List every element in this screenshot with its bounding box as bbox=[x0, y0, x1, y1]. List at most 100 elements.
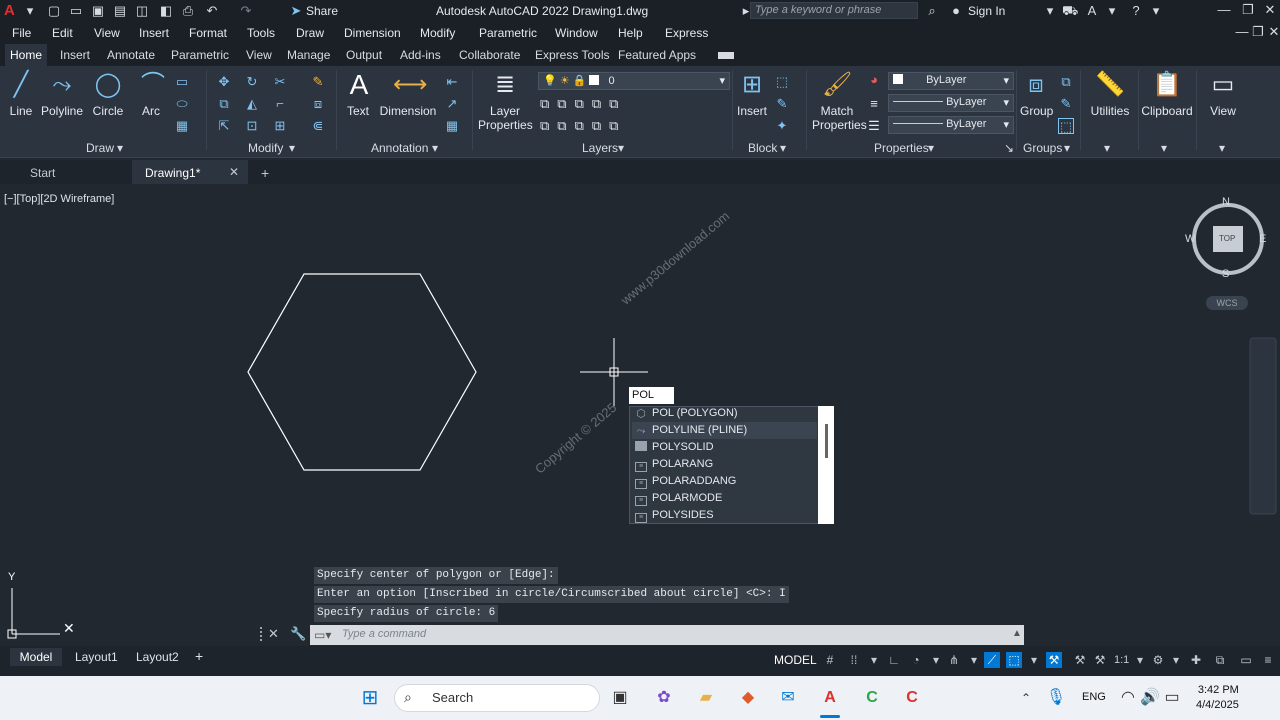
menu-help[interactable]: Help bbox=[618, 26, 643, 40]
menu-parametric[interactable]: Parametric bbox=[479, 26, 537, 40]
tab-insert[interactable]: Insert bbox=[60, 48, 90, 62]
camtasia-icon[interactable]: C bbox=[860, 686, 884, 710]
layer-tools-row-2-icon[interactable]: ⧉⧉⧉⧉⧉ bbox=[540, 118, 626, 134]
autocomplete-item-polarmode[interactable]: ≡ POLARMODE bbox=[632, 490, 817, 507]
annotation-monitor-icon[interactable]: ✚ bbox=[1188, 652, 1204, 668]
rectangle-icon[interactable]: ▭ bbox=[174, 74, 190, 90]
ribbon-minimize-icon[interactable] bbox=[718, 52, 734, 59]
new-tab-icon[interactable]: + bbox=[261, 165, 269, 181]
app-menu-chevron-icon[interactable]: ▾ bbox=[22, 3, 38, 19]
viewport-controls[interactable]: [−][Top][2D Wireframe] bbox=[4, 193, 114, 205]
erase-icon[interactable]: ✎ bbox=[310, 74, 326, 90]
command-grip-icon[interactable] bbox=[260, 627, 266, 641]
utilities-chevron-icon[interactable]: ▾ bbox=[1104, 141, 1110, 155]
restore-icon[interactable]: ❐ bbox=[1238, 2, 1258, 20]
help-chevron-icon[interactable]: ▾ bbox=[1148, 3, 1164, 19]
fillet-icon[interactable]: ⌐ bbox=[272, 96, 288, 112]
snap-chevron-icon[interactable]: ▾ bbox=[866, 652, 882, 668]
menu-edit[interactable]: Edit bbox=[52, 26, 73, 40]
command-input[interactable]: Type a command bbox=[342, 628, 426, 640]
tab-model[interactable]: Model bbox=[10, 648, 62, 666]
dimension-button[interactable]: ⟷ Dimension bbox=[378, 70, 438, 118]
object-snap-chevron-icon[interactable]: ▾ bbox=[1026, 652, 1042, 668]
ungroup-icon[interactable]: ⧉ bbox=[1058, 74, 1074, 90]
view-button[interactable]: ▭ View bbox=[1204, 70, 1242, 118]
taskbar-search-box[interactable] bbox=[394, 684, 600, 712]
compass-west[interactable]: W bbox=[1185, 233, 1195, 245]
offset-icon[interactable]: ⋐ bbox=[310, 118, 326, 134]
copy-icon[interactable]: ⧉ bbox=[216, 96, 232, 112]
menu-express[interactable]: Express bbox=[665, 26, 708, 40]
autocad-taskbar-icon[interactable]: A bbox=[818, 686, 842, 710]
new-file-icon[interactable]: ▢ bbox=[46, 3, 62, 19]
units-icon[interactable]: ⧉ bbox=[1212, 652, 1228, 668]
task-view-icon[interactable]: ▣ bbox=[608, 686, 632, 710]
language-indicator[interactable]: ENG bbox=[1082, 691, 1106, 703]
menu-draw[interactable]: Draw bbox=[296, 26, 324, 40]
command-prompt-icon[interactable]: ▭▾ bbox=[314, 628, 331, 642]
object-snap-tracking-icon[interactable]: ⟋ bbox=[984, 652, 1000, 668]
battery-icon[interactable]: ▭ bbox=[1160, 686, 1184, 710]
move-icon[interactable]: ✥ bbox=[216, 74, 232, 90]
properties-launcher-icon[interactable]: ↘ bbox=[1004, 141, 1014, 155]
layer-tools-row-1-icon[interactable]: ⧉⧉⧉⧉⧉ bbox=[540, 96, 626, 112]
signin-chevron-icon[interactable]: ▾ bbox=[1042, 3, 1058, 19]
wcs-menu[interactable]: WCS bbox=[1206, 296, 1248, 310]
properties-panel-title[interactable]: Properties bbox=[874, 141, 929, 155]
color-wheel-icon[interactable]: ◕ bbox=[866, 72, 882, 88]
scale-chevron-icon[interactable]: ▾ bbox=[1132, 652, 1148, 668]
groups-panel-title[interactable]: Groups bbox=[1023, 141, 1062, 155]
tab-annotate[interactable]: Annotate bbox=[107, 48, 155, 62]
clipboard-chevron-icon[interactable]: ▾ bbox=[1161, 141, 1167, 155]
volume-icon[interactable]: 🔊 bbox=[1138, 686, 1162, 710]
polyline-button[interactable]: ⤳ Polyline bbox=[40, 70, 84, 118]
autocomplete-item-polysolid[interactable]: POLYSOLID bbox=[632, 439, 817, 456]
leader-icon[interactable]: ↗ bbox=[444, 96, 460, 112]
annotation-panel-title[interactable]: Annotation bbox=[371, 141, 428, 155]
minimize-icon[interactable]: — bbox=[1214, 2, 1234, 20]
scale-icon[interactable]: ⊡ bbox=[244, 118, 260, 134]
autocomplete-item-polarang[interactable]: ≡ POLARANG bbox=[632, 456, 817, 473]
outlook-icon[interactable]: ✉ bbox=[776, 686, 800, 710]
layers-panel-chevron-icon[interactable]: ▾ bbox=[618, 141, 624, 155]
linetype-dropdown[interactable]: ByLayer ▾ bbox=[888, 94, 1014, 112]
tab-output[interactable]: Output bbox=[346, 48, 382, 62]
properties-panel-chevron-icon[interactable]: ▾ bbox=[928, 141, 934, 155]
isodraft-chevron-icon[interactable]: ▾ bbox=[966, 652, 982, 668]
open-file-icon[interactable]: ▭ bbox=[68, 3, 84, 19]
tab-home[interactable]: Home bbox=[5, 44, 47, 66]
circle-button[interactable]: ◯ Circle bbox=[90, 70, 126, 118]
brave-browser-icon[interactable]: ◆ bbox=[736, 686, 760, 710]
menu-view[interactable]: View bbox=[94, 26, 120, 40]
hexagon-polygon[interactable] bbox=[247, 273, 477, 471]
ellipse-icon[interactable]: ⬭ bbox=[174, 96, 190, 112]
tab-close-icon[interactable]: ✕ bbox=[229, 165, 239, 179]
draw-panel-chevron-icon[interactable]: ▾ bbox=[117, 141, 123, 155]
modify-panel-title[interactable]: Modify bbox=[248, 141, 283, 155]
menu-file[interactable]: File bbox=[12, 26, 31, 40]
share-button[interactable]: Share bbox=[306, 4, 338, 18]
menu-insert[interactable]: Insert bbox=[139, 26, 169, 40]
ortho-icon[interactable]: ∟ bbox=[886, 652, 902, 668]
auto-scale-icon[interactable]: ⚒ bbox=[1072, 652, 1088, 668]
help-icon[interactable]: ? bbox=[1128, 3, 1144, 19]
table-icon[interactable]: ▦ bbox=[444, 118, 460, 134]
workspace-gear-icon[interactable]: ⚙ bbox=[1150, 652, 1166, 668]
tab-addins[interactable]: Add-ins bbox=[400, 48, 441, 62]
clipboard-button[interactable]: 📋 Clipboard bbox=[1140, 70, 1194, 118]
viewcube-top-label[interactable]: TOP bbox=[1219, 234, 1235, 243]
trim-icon[interactable]: ✂ bbox=[272, 74, 288, 90]
rotate-icon[interactable]: ↻ bbox=[244, 74, 260, 90]
menu-tools[interactable]: Tools bbox=[247, 26, 275, 40]
linetype-icon[interactable]: ≡ bbox=[866, 96, 882, 112]
tab-layout1[interactable]: Layout1 bbox=[75, 650, 118, 664]
group-select-icon[interactable]: ⬚ bbox=[1058, 118, 1074, 134]
compass-east[interactable]: E bbox=[1259, 233, 1266, 245]
array-icon[interactable]: ⊞ bbox=[272, 118, 288, 134]
tab-featured-apps[interactable]: Featured Apps bbox=[618, 48, 696, 62]
polar-icon[interactable]: ◔ bbox=[908, 652, 924, 668]
compass-south[interactable]: S bbox=[1222, 268, 1229, 280]
insert-block-button[interactable]: ⊞ Insert bbox=[736, 70, 768, 118]
compass-north[interactable]: N bbox=[1222, 196, 1230, 208]
doc-close-icon[interactable]: ✕ bbox=[1264, 24, 1280, 42]
